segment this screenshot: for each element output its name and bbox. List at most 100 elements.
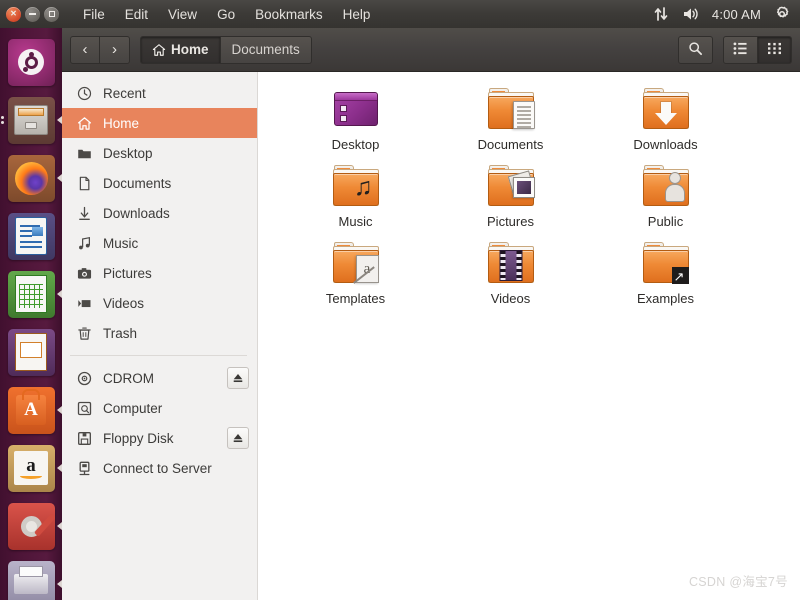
sidebar: Recent Home Desktop Documents Downloads … [62, 72, 258, 600]
video-icon [76, 295, 93, 312]
trash-icon [76, 325, 93, 342]
menu-go[interactable]: Go [207, 4, 245, 25]
sidebar-item-home[interactable]: Home [62, 108, 257, 138]
file-grid: Desktop Documents Downloads ♫ Music Pict… [258, 72, 800, 315]
list-view-icon [733, 41, 748, 58]
camera-icon [76, 265, 93, 282]
menu-help[interactable]: Help [333, 4, 381, 25]
launcher-item-printers[interactable] [0, 555, 62, 600]
menu-view[interactable]: View [158, 4, 207, 25]
grid-view-button[interactable] [758, 35, 792, 64]
clock-icon [76, 85, 93, 102]
window-controls: ✕ [0, 6, 59, 22]
sidebar-label: Downloads [103, 205, 170, 221]
folder-icon [76, 145, 93, 162]
close-button[interactable]: ✕ [6, 6, 21, 22]
file-item-pictures[interactable]: Pictures [433, 161, 588, 238]
sidebar-label: Documents [103, 175, 172, 191]
sidebar-item-cdrom[interactable]: CDROM [62, 363, 257, 393]
sidebar-item-desktop[interactable]: Desktop [62, 138, 257, 168]
file-item-videos[interactable]: Videos [433, 238, 588, 315]
firefox-icon [7, 154, 55, 202]
focused-indicator [57, 116, 62, 124]
breadcrumb-home-label: Home [171, 42, 209, 57]
menu-edit[interactable]: Edit [115, 4, 158, 25]
file-item-label: Desktop [331, 137, 380, 152]
breadcrumb-documents[interactable]: Documents [220, 35, 312, 64]
launcher-item-libreoffice-calc[interactable] [0, 265, 62, 323]
minimize-button[interactable] [25, 6, 40, 22]
launcher-item-system-settings[interactable] [0, 497, 62, 555]
grid-view-icon [767, 42, 782, 58]
list-view-button[interactable] [723, 35, 758, 64]
sidebar-item-computer[interactable]: Computer [62, 393, 257, 423]
eject-button-floppy[interactable] [227, 427, 249, 449]
chevron-right-icon: › [112, 41, 117, 58]
sidebar-item-music[interactable]: Music [62, 228, 257, 258]
gear-icon[interactable] [774, 6, 790, 22]
sidebar-item-pictures[interactable]: Pictures [62, 258, 257, 288]
menu-bookmarks[interactable]: Bookmarks [245, 4, 333, 25]
templates-folder-icon: a [331, 240, 381, 287]
desktop-folder-icon [331, 86, 381, 133]
launcher-item-amazon[interactable]: a [0, 439, 62, 497]
breadcrumb-documents-label: Documents [231, 42, 300, 57]
chevron-left-icon: ‹ [82, 41, 88, 58]
launcher-item-libreoffice-impress[interactable] [0, 323, 62, 381]
launcher-arrow [57, 406, 62, 414]
eject-button-cdrom[interactable] [227, 367, 249, 389]
running-indicator [1, 116, 4, 124]
file-item-label: Videos [490, 291, 531, 306]
launcher-item-ubuntu-software[interactable]: A [0, 381, 62, 439]
sidebar-label: CDROM [103, 370, 154, 386]
search-button[interactable] [678, 35, 713, 64]
top-panel: ✕ File Edit View Go Bookmarks Help 4:00 … [0, 0, 800, 28]
libreoffice-writer-icon [7, 212, 55, 260]
ubuntu-dash-icon [7, 38, 55, 86]
downloads-folder-icon [641, 86, 691, 133]
sidebar-item-documents[interactable]: Documents [62, 168, 257, 198]
file-item-documents[interactable]: Documents [433, 84, 588, 161]
sidebar-item-videos[interactable]: Videos [62, 288, 257, 318]
file-item-downloads[interactable]: Downloads [588, 84, 743, 161]
file-grid-area[interactable]: Desktop Documents Downloads ♫ Music Pict… [258, 72, 800, 600]
launcher-arrow [57, 464, 62, 472]
file-item-desktop[interactable]: Desktop [278, 84, 433, 161]
sidebar-label: Floppy Disk [103, 430, 174, 446]
launcher-item-files[interactable] [0, 91, 62, 149]
system-tray: 4:00 AM [653, 6, 800, 22]
clock[interactable]: 4:00 AM [712, 7, 761, 22]
network-up-down-icon[interactable] [653, 6, 669, 22]
file-item-examples[interactable]: ↗ Examples [588, 238, 743, 315]
disc-icon [76, 370, 93, 387]
server-icon [76, 460, 93, 477]
examples-folder-link-icon: ↗ [641, 240, 691, 287]
maximize-button[interactable] [44, 6, 59, 22]
file-item-public[interactable]: Public [588, 161, 743, 238]
sidebar-label: Recent [103, 85, 146, 101]
floppy-icon [76, 430, 93, 447]
launcher-item-libreoffice-writer[interactable] [0, 207, 62, 265]
amazon-icon: a [7, 444, 55, 492]
file-item-label: Pictures [487, 214, 534, 229]
sidebar-item-connect-to-server[interactable]: Connect to Server [62, 453, 257, 483]
sidebar-item-trash[interactable]: Trash [62, 318, 257, 348]
ubuntu-desktop: ✕ File Edit View Go Bookmarks Help 4:00 … [0, 0, 800, 600]
forward-button[interactable]: › [100, 35, 130, 64]
unity-launcher: A a DVD [0, 28, 62, 600]
file-item-label: Examples [636, 291, 695, 306]
back-button[interactable]: ‹ [70, 35, 100, 64]
launcher-item-firefox[interactable] [0, 149, 62, 207]
launcher-item-ubuntu-dash[interactable] [0, 33, 62, 91]
breadcrumb-home[interactable]: Home [140, 35, 221, 64]
sidebar-item-recent[interactable]: Recent [62, 78, 257, 108]
sidebar-label: Desktop [103, 145, 153, 161]
menu-file[interactable]: File [73, 4, 115, 25]
breadcrumb: Home Documents [140, 35, 312, 64]
sidebar-item-downloads[interactable]: Downloads [62, 198, 257, 228]
printer-icon [7, 560, 55, 600]
file-item-music[interactable]: ♫ Music [278, 161, 433, 238]
volume-icon[interactable] [682, 6, 699, 22]
sidebar-item-floppy-disk[interactable]: Floppy Disk [62, 423, 257, 453]
file-item-templates[interactable]: a Templates [278, 238, 433, 315]
